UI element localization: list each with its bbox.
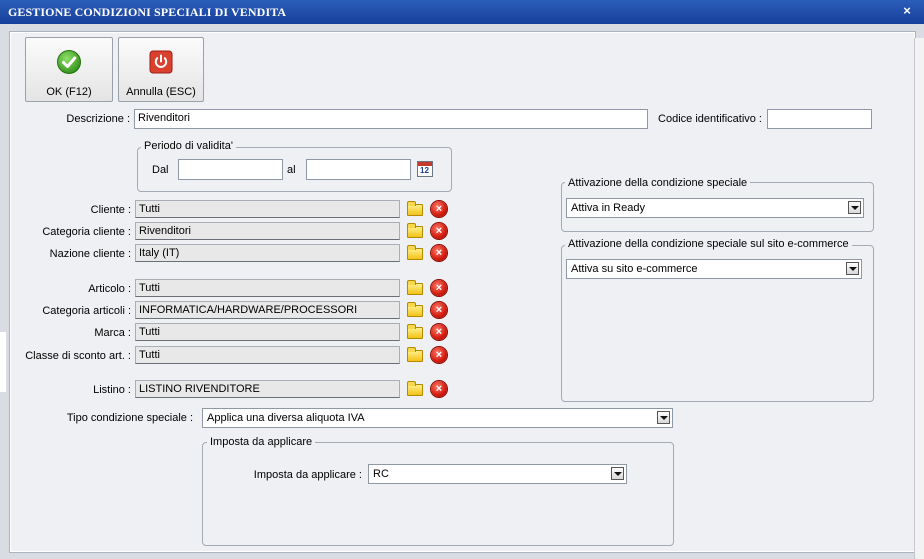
categoria-cliente-field: Rivenditori xyxy=(135,222,400,240)
chevron-down-icon[interactable] xyxy=(846,262,859,275)
classe-sconto-folder-icon[interactable] xyxy=(406,346,424,364)
cliente-label: Cliente : xyxy=(90,204,131,216)
listino-field: LISTINO RIVENDITORE xyxy=(135,380,400,398)
articolo-label: Articolo : xyxy=(88,283,131,295)
chevron-down-icon[interactable] xyxy=(611,467,624,480)
cliente-folder-icon[interactable] xyxy=(406,200,424,218)
power-icon xyxy=(149,50,173,74)
marca-field: Tutti xyxy=(135,323,400,341)
classe-sconto-remove-icon[interactable]: × xyxy=(430,346,448,364)
tipo-condizione-value: Applica una diversa aliquota IVA xyxy=(207,412,365,424)
nazione-cliente-label: Nazione cliente : xyxy=(49,248,131,260)
title-bar: GESTIONE CONDIZIONI SPECIALI DI VENDITA … xyxy=(0,0,924,25)
dal-label: Dal xyxy=(152,164,169,176)
marca-remove-icon[interactable]: × xyxy=(430,323,448,341)
descrizione-label: Descrizione : xyxy=(66,113,130,125)
attivazione-ecommerce-title: Attivazione della condizione speciale su… xyxy=(565,238,852,250)
tipo-condizione-label: Tipo condizione speciale : xyxy=(66,412,193,424)
categoria-articoli-remove-icon[interactable]: × xyxy=(430,301,448,319)
codice-identificativo-input[interactable] xyxy=(767,109,872,129)
calendar-icon[interactable] xyxy=(416,160,434,178)
listino-label: Listino : xyxy=(93,384,131,396)
close-icon[interactable]: × xyxy=(898,2,916,20)
cliente-field: Tutti xyxy=(135,200,400,218)
side-strip xyxy=(914,38,924,559)
attivazione-title: Attivazione della condizione speciale xyxy=(565,177,751,189)
nazione-cliente-field: Italy (IT) xyxy=(135,244,400,262)
categoria-cliente-remove-icon[interactable]: × xyxy=(430,222,448,240)
dal-date-input[interactable] xyxy=(178,159,283,180)
categoria-cliente-label: Categoria cliente : xyxy=(42,226,131,238)
imposta-select[interactable]: RC xyxy=(368,464,627,484)
attivazione-ecommerce-value: Attiva su sito e-commerce xyxy=(571,263,698,275)
window-title: GESTIONE CONDIZIONI SPECIALI DI VENDITA xyxy=(8,5,287,19)
nazione-cliente-remove-icon[interactable]: × xyxy=(430,244,448,262)
imposta-label: Imposta da applicare : xyxy=(253,469,362,481)
articolo-field: Tutti xyxy=(135,279,400,297)
classe-sconto-label: Classe di sconto art. : xyxy=(25,350,131,362)
al-date-input[interactable] xyxy=(306,159,411,180)
cliente-remove-icon[interactable]: × xyxy=(430,200,448,218)
listino-remove-icon[interactable]: × xyxy=(430,380,448,398)
imposta-group-title: Imposta da applicare xyxy=(207,436,316,448)
attivazione-select[interactable]: Attiva in Ready xyxy=(566,198,864,218)
listino-folder-icon[interactable] xyxy=(406,380,424,398)
categoria-articoli-field: INFORMATICA/HARDWARE/PROCESSORI xyxy=(135,301,400,319)
cancel-button-label: Annulla (ESC) xyxy=(126,86,196,98)
imposta-group xyxy=(202,442,674,546)
descrizione-input[interactable]: Rivenditori xyxy=(134,109,648,129)
chevron-down-icon[interactable] xyxy=(848,201,861,214)
left-strip xyxy=(0,332,6,392)
tipo-condizione-select[interactable]: Applica una diversa aliquota IVA xyxy=(202,408,673,428)
al-label: al xyxy=(287,164,296,176)
categoria-cliente-folder-icon[interactable] xyxy=(406,222,424,240)
periodo-validita-title: Periodo di validita' xyxy=(141,140,236,152)
articolo-folder-icon[interactable] xyxy=(406,279,424,297)
imposta-value: RC xyxy=(373,468,389,480)
articolo-remove-icon[interactable]: × xyxy=(430,279,448,297)
attivazione-ecommerce-select[interactable]: Attiva su sito e-commerce xyxy=(566,259,862,279)
chevron-down-icon[interactable] xyxy=(657,411,670,424)
categoria-articoli-label: Categoria articoli : xyxy=(42,305,131,317)
cancel-button[interactable]: Annulla (ESC) xyxy=(118,37,204,102)
nazione-cliente-folder-icon[interactable] xyxy=(406,244,424,262)
marca-label: Marca : xyxy=(94,327,131,339)
attivazione-value: Attiva in Ready xyxy=(571,202,645,214)
ok-button-label: OK (F12) xyxy=(46,86,92,98)
check-icon xyxy=(57,50,81,74)
ok-button[interactable]: OK (F12) xyxy=(25,37,113,102)
categoria-articoli-folder-icon[interactable] xyxy=(406,301,424,319)
classe-sconto-field: Tutti xyxy=(135,346,400,364)
marca-folder-icon[interactable] xyxy=(406,323,424,341)
codice-identificativo-label: Codice identificativo : xyxy=(658,113,762,125)
